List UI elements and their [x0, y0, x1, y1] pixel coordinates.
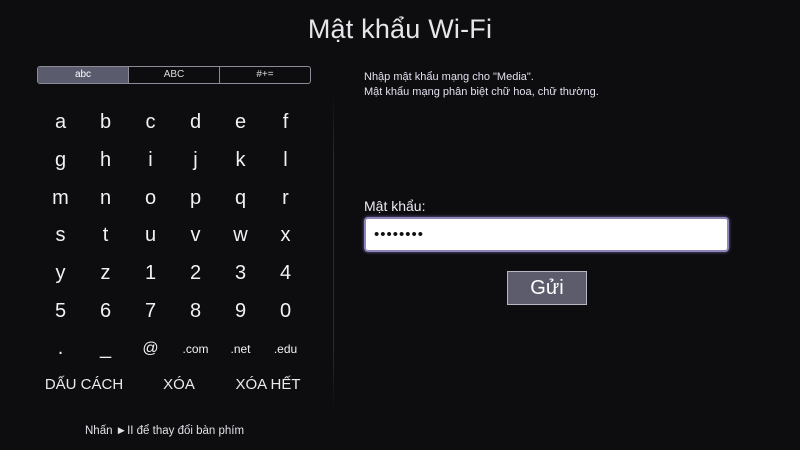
keyboard-hint: Nhấn ►II để thay đổi bàn phím	[85, 425, 245, 437]
tab-symbols[interactable]: #+=	[220, 67, 310, 83]
key-edu[interactable]: .edu	[263, 342, 308, 356]
key-4[interactable]: 4	[263, 262, 308, 285]
key-v[interactable]: v	[173, 224, 218, 247]
divider	[333, 95, 334, 410]
tab-lowercase[interactable]: abc	[38, 67, 129, 83]
submit-button[interactable]: Gửi	[507, 271, 587, 305]
key-p[interactable]: p	[173, 187, 218, 210]
key-3[interactable]: 3	[218, 262, 263, 285]
keyboard-mode-tabs: abc ABC #+=	[37, 66, 311, 84]
key-s[interactable]: s	[38, 224, 83, 247]
key-sym0[interactable]: .	[38, 337, 83, 360]
keyboard-row: mnopqr	[38, 179, 308, 217]
delete-key[interactable]: XÓA	[130, 376, 228, 393]
key-u[interactable]: u	[128, 224, 173, 247]
keyboard-row: 567890	[38, 292, 308, 330]
key-w[interactable]: w	[218, 224, 263, 247]
tab-uppercase[interactable]: ABC	[129, 67, 220, 83]
prompt-line-network: Nhập mật khẩu mạng cho "Media".	[364, 71, 534, 83]
key-o[interactable]: o	[128, 187, 173, 210]
password-field[interactable]: ••••••••	[364, 217, 729, 252]
keyboard-row: abcdef	[38, 104, 308, 142]
key-n[interactable]: n	[83, 187, 128, 210]
key-7[interactable]: 7	[128, 300, 173, 323]
space-key[interactable]: DẤU CÁCH	[38, 376, 130, 393]
on-screen-keyboard: a b c d e f g h i j k l m n o p q r s t u v w x y z 1 2 3 4 5 6 7 8 9 0. _ @.…	[38, 104, 308, 368]
password-label: Mật khẩu:	[364, 198, 426, 214]
key-1[interactable]: 1	[128, 262, 173, 285]
prompt-text: Nhập mật khẩu mạng cho "Media". Mật khẩu…	[364, 70, 599, 100]
key-f[interactable]: f	[263, 111, 308, 134]
key-9[interactable]: 9	[218, 300, 263, 323]
key-c[interactable]: c	[128, 111, 173, 134]
keyboard-row: yz1234	[38, 255, 308, 293]
key-j[interactable]: j	[173, 149, 218, 172]
key-i[interactable]: i	[128, 149, 173, 172]
key-b[interactable]: b	[83, 111, 128, 134]
keyboard-actions: DẤU CÁCH XÓA XÓA HẾT	[38, 376, 308, 393]
key-x[interactable]: x	[263, 224, 308, 247]
key-y[interactable]: y	[38, 262, 83, 285]
key-e[interactable]: e	[218, 111, 263, 134]
prompt-line-case: Mật khẩu mạng phân biệt chữ hoa, chữ thư…	[364, 86, 599, 98]
keyboard-row: stuvwx	[38, 217, 308, 255]
key-k[interactable]: k	[218, 149, 263, 172]
key-g[interactable]: g	[38, 149, 83, 172]
key-net[interactable]: .net	[218, 342, 263, 356]
key-m[interactable]: m	[38, 187, 83, 210]
key-h[interactable]: h	[83, 149, 128, 172]
key-a[interactable]: a	[38, 111, 83, 134]
key-com[interactable]: .com	[173, 342, 218, 356]
clear-all-key[interactable]: XÓA HẾT	[228, 376, 308, 393]
page-title: Mật khẩu Wi-Fi	[307, 14, 493, 44]
key-sym2[interactable]: @	[128, 340, 173, 358]
key-0[interactable]: 0	[263, 300, 308, 323]
key-r[interactable]: r	[263, 187, 308, 210]
key-5[interactable]: 5	[38, 300, 83, 323]
key-8[interactable]: 8	[173, 300, 218, 323]
key-z[interactable]: z	[83, 262, 128, 285]
key-l[interactable]: l	[263, 149, 308, 172]
key-2[interactable]: 2	[173, 262, 218, 285]
keyboard-row: . _ @ .com .net .edu	[38, 330, 308, 368]
key-sym1[interactable]: _	[83, 337, 128, 360]
key-q[interactable]: q	[218, 187, 263, 210]
key-6[interactable]: 6	[83, 300, 128, 323]
key-t[interactable]: t	[83, 224, 128, 247]
key-d[interactable]: d	[173, 111, 218, 134]
keyboard-row: ghijkl	[38, 142, 308, 180]
